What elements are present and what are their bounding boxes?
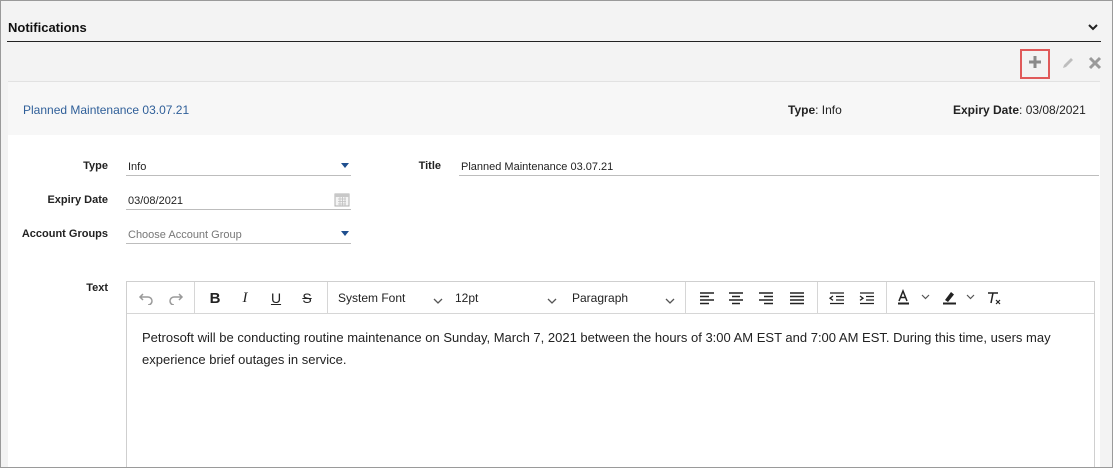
plus-icon bbox=[1027, 54, 1043, 75]
align-left-icon[interactable] bbox=[696, 288, 718, 308]
highlighter-icon bbox=[941, 289, 979, 308]
align-right-icon[interactable] bbox=[755, 288, 777, 308]
notification-title-link[interactable]: Planned Maintenance 03.07.21 bbox=[23, 103, 189, 117]
font-size-dropdown[interactable]: 12pt bbox=[455, 288, 558, 308]
notification-card[interactable]: Planned Maintenance 03.07.21 Type: Info … bbox=[8, 81, 1100, 136]
expiry-field-label: Expiry Date bbox=[47, 194, 108, 206]
type-value: : Info bbox=[815, 103, 842, 117]
account-groups-select[interactable]: Choose Account Group bbox=[126, 224, 351, 244]
section-header[interactable]: Notifications bbox=[7, 1, 1101, 42]
toolbar-divider bbox=[194, 282, 195, 313]
toolbar-divider bbox=[886, 282, 887, 313]
expiry-date-value: 03/08/2021 bbox=[128, 195, 184, 207]
editor-content[interactable]: Petrosoft will be conducting routine mai… bbox=[142, 327, 1082, 371]
caret-down-icon bbox=[341, 231, 349, 236]
title-input-value: Planned Maintenance 03.07.21 bbox=[461, 161, 614, 173]
rich-text-editor[interactable]: B I U S System Font 12pt Paragraph Petro… bbox=[126, 281, 1095, 467]
expiry-value: : 03/08/2021 bbox=[1019, 103, 1086, 117]
font-size-value: 12pt bbox=[455, 291, 479, 305]
indent-icon[interactable] bbox=[856, 288, 878, 308]
redo-icon[interactable] bbox=[165, 288, 187, 308]
notification-form: Type Info Title Planned Maintenance 03.0… bbox=[8, 135, 1100, 467]
highlight-color-button[interactable] bbox=[939, 288, 981, 308]
font-family-value: System Font bbox=[338, 291, 406, 305]
expiry-label: Expiry Date bbox=[953, 103, 1020, 117]
type-select[interactable]: Info bbox=[126, 156, 351, 176]
toolbar-divider bbox=[817, 282, 818, 313]
editor-toolbar: B I U S System Font 12pt Paragraph bbox=[127, 282, 1094, 314]
outdent-icon[interactable] bbox=[826, 288, 848, 308]
close-icon bbox=[1087, 55, 1103, 76]
align-center-icon[interactable] bbox=[725, 288, 747, 308]
font-family-dropdown[interactable]: System Font bbox=[338, 288, 444, 308]
account-groups-placeholder: Choose Account Group bbox=[128, 229, 242, 241]
expiry-date-input[interactable]: 03/08/2021 bbox=[126, 190, 351, 210]
text-color-button[interactable] bbox=[894, 288, 936, 308]
chevron-down-icon bbox=[432, 292, 444, 312]
chevron-down-icon bbox=[546, 292, 558, 312]
toolbar-divider bbox=[327, 282, 328, 313]
edit-notification-button[interactable] bbox=[1055, 52, 1081, 78]
toolbar-divider bbox=[685, 282, 686, 313]
caret-down-icon bbox=[341, 163, 349, 168]
notification-expiry: Expiry Date: 03/08/2021 bbox=[953, 103, 1086, 117]
strikethrough-button[interactable]: S bbox=[296, 288, 318, 308]
title-field-label: Title bbox=[418, 160, 441, 172]
notifications-panel: Notifications Planned Maintenance 03.07.… bbox=[0, 0, 1113, 468]
account-groups-label: Account Groups bbox=[21, 228, 108, 240]
pencil-icon bbox=[1060, 55, 1076, 76]
underline-button[interactable]: U bbox=[265, 288, 287, 308]
undo-icon[interactable] bbox=[135, 288, 157, 308]
type-label: Type bbox=[788, 103, 816, 117]
align-justify-icon[interactable] bbox=[786, 288, 808, 308]
text-color-icon bbox=[896, 288, 934, 308]
title-input[interactable]: Planned Maintenance 03.07.21 bbox=[459, 156, 1099, 176]
section-title: Notifications bbox=[8, 20, 87, 35]
clear-formatting-icon[interactable] bbox=[983, 288, 1005, 308]
block-format-value: Paragraph bbox=[572, 291, 629, 305]
delete-notification-button[interactable] bbox=[1082, 52, 1108, 78]
calendar-icon[interactable] bbox=[334, 192, 350, 214]
bold-button[interactable]: B bbox=[204, 288, 226, 308]
text-field-label: Text bbox=[86, 282, 108, 294]
chevron-down-icon bbox=[664, 292, 676, 312]
italic-button[interactable]: I bbox=[234, 288, 256, 308]
type-select-value: Info bbox=[128, 161, 147, 173]
chevron-down-icon[interactable] bbox=[1085, 19, 1101, 35]
block-format-dropdown[interactable]: Paragraph bbox=[572, 288, 676, 308]
add-notification-button[interactable] bbox=[1020, 49, 1050, 79]
type-field-label: Type bbox=[83, 160, 108, 172]
notification-type: Type: Info bbox=[788, 103, 842, 117]
